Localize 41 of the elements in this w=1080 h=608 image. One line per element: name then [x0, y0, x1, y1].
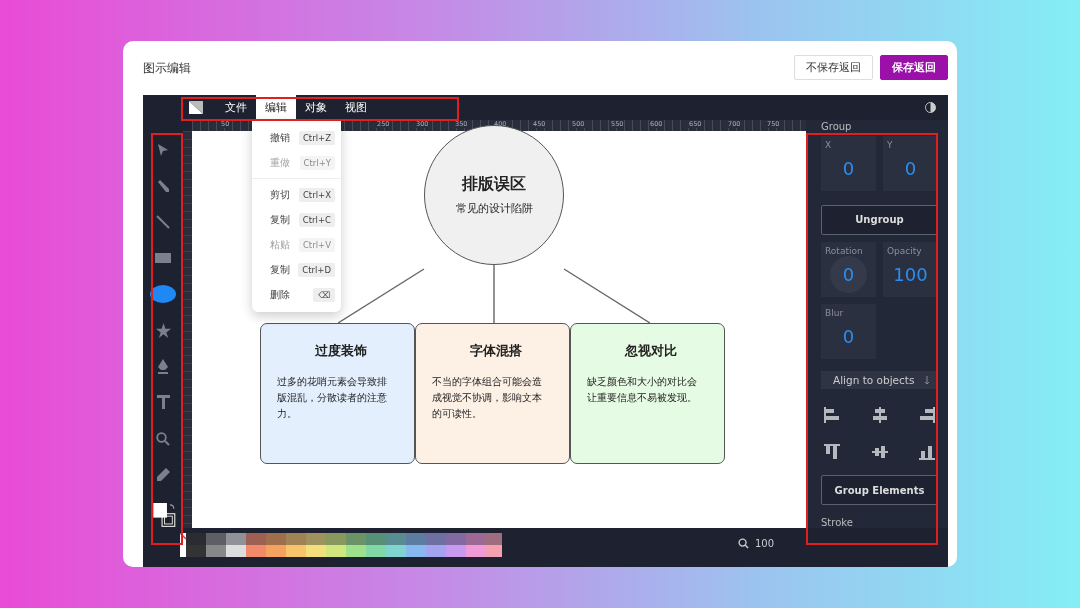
- card-text: 不当的字体组合可能会造成视觉不协调，影响文本的可读性。: [432, 375, 543, 421]
- menu-item[interactable]: 复制 Ctrl+C: [252, 207, 341, 232]
- align-dropdown[interactable]: Align to objects: [821, 370, 938, 390]
- ungroup-button[interactable]: Ungroup: [821, 205, 938, 235]
- card-text: 过多的花哨元素会导致排版混乱，分散读者的注意力。: [277, 375, 388, 421]
- logo-icon: [189, 101, 203, 114]
- node-title: 排版误区: [462, 174, 526, 195]
- color-palette[interactable]: [180, 533, 502, 557]
- card-title: 过度装饰: [314, 342, 367, 360]
- align-right-icon[interactable]: [918, 406, 936, 425]
- card-title: 忽视对比: [624, 342, 677, 360]
- group-elements-button[interactable]: Group Elements: [821, 475, 938, 505]
- menu-tab[interactable]: 视图: [336, 95, 376, 120]
- menu-tab[interactable]: 文件: [216, 95, 256, 120]
- align-center-icon[interactable]: [870, 406, 889, 425]
- section-label: Stroke: [821, 517, 853, 528]
- save-return-button[interactable]: 保存返回: [880, 54, 948, 80]
- card-title: 字体混搭: [469, 342, 522, 360]
- arrow-down-icon: [924, 375, 930, 385]
- number-field[interactable]: X 0: [821, 136, 876, 191]
- number-field[interactable]: Blur 0: [821, 303, 876, 359]
- menu-item[interactable]: 剪切 Ctrl+X: [252, 182, 341, 207]
- color-swatch-icon[interactable]: [153, 502, 177, 528]
- align-left-icon[interactable]: [823, 406, 841, 425]
- discard-return-button[interactable]: 不保存返回: [794, 54, 873, 80]
- card-text: 缺乏颜色和大小的对比会让重要信息不易被发现。: [587, 375, 698, 405]
- zoom-level[interactable]: 100: [755, 538, 775, 549]
- search-icon[interactable]: [738, 538, 749, 549]
- menu-tab[interactable]: 对象: [296, 95, 336, 120]
- node-subtitle: 常见的设计陷阱: [455, 201, 533, 216]
- dialog-title: 图示编辑: [143, 59, 191, 77]
- number-field[interactable]: Y 0: [883, 136, 938, 191]
- align-top-icon[interactable]: [823, 443, 841, 462]
- rotation-dial[interactable]: Rotation 0: [821, 241, 876, 297]
- menu-item[interactable]: 复制 Ctrl+D: [252, 257, 341, 282]
- number-field[interactable]: Opacity 100: [883, 241, 938, 297]
- contrast-icon[interactable]: [925, 102, 936, 113]
- align-bottom-icon[interactable]: [918, 443, 936, 462]
- section-label: Group: [821, 121, 852, 132]
- menu-item[interactable]: 撤销 Ctrl+Z: [252, 125, 341, 150]
- menu-item[interactable]: 删除 ⌫: [252, 282, 341, 307]
